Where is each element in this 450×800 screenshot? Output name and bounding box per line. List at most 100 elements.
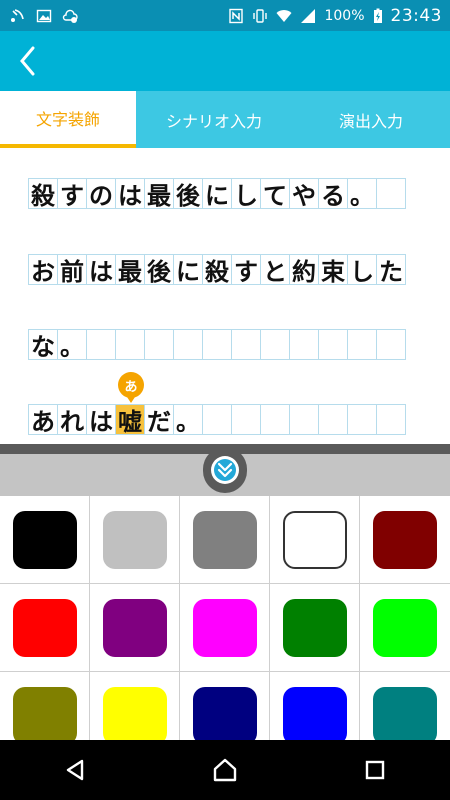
text-cell[interactable]: 最 bbox=[115, 254, 145, 286]
tab-direction-input[interactable]: 演出入力 bbox=[292, 91, 450, 148]
text-cell[interactable]: な bbox=[28, 329, 58, 361]
text-cell[interactable]: は bbox=[86, 254, 116, 286]
text-cell[interactable] bbox=[347, 329, 377, 360]
tab-scenario-input[interactable]: シナリオ入力 bbox=[136, 91, 292, 148]
color-swatch[interactable] bbox=[12, 686, 77, 740]
text-cell[interactable]: 嘘 bbox=[115, 404, 145, 436]
color-swatch-cell[interactable] bbox=[270, 496, 360, 584]
text-cell[interactable]: あ bbox=[28, 404, 58, 436]
text-editor[interactable]: 殺すのは最後にしてやる。 お前は最後に殺すと約束した な。 あれは嘘だ。 あ bbox=[0, 150, 450, 444]
color-swatch-cell[interactable] bbox=[180, 672, 270, 740]
nav-back-button[interactable] bbox=[45, 740, 105, 800]
text-cell[interactable]: る bbox=[318, 178, 348, 210]
text-cell[interactable] bbox=[289, 404, 319, 435]
color-swatch-cell[interactable] bbox=[0, 672, 90, 740]
color-swatch[interactable] bbox=[192, 598, 257, 657]
text-cell[interactable] bbox=[318, 404, 348, 435]
text-cell[interactable] bbox=[202, 404, 232, 435]
text-cell[interactable]: 後 bbox=[144, 254, 174, 286]
text-cell[interactable]: の bbox=[86, 178, 116, 210]
text-cell[interactable] bbox=[231, 404, 261, 435]
color-swatch-cell[interactable] bbox=[180, 584, 270, 672]
wifi-icon bbox=[276, 9, 292, 22]
text-cell[interactable]: だ bbox=[144, 404, 174, 436]
tab-text-decoration[interactable]: 文字装飾 bbox=[0, 91, 136, 148]
text-cell[interactable] bbox=[376, 404, 406, 435]
color-swatch[interactable] bbox=[373, 686, 437, 740]
color-swatch[interactable] bbox=[192, 686, 257, 740]
color-swatch-cell[interactable] bbox=[0, 496, 90, 584]
color-swatch-cell[interactable] bbox=[270, 584, 360, 672]
text-cell[interactable] bbox=[376, 178, 406, 209]
text-cell[interactable]: れ bbox=[57, 404, 87, 436]
text-cell[interactable] bbox=[202, 329, 232, 360]
nav-home-button[interactable] bbox=[195, 740, 255, 800]
text-cell[interactable] bbox=[318, 329, 348, 360]
color-swatch[interactable] bbox=[102, 598, 167, 657]
text-cell[interactable]: し bbox=[347, 254, 377, 286]
signal-icon bbox=[301, 8, 316, 23]
text-cell[interactable] bbox=[86, 329, 116, 360]
text-cell[interactable]: は bbox=[86, 404, 116, 436]
color-swatch[interactable] bbox=[373, 598, 437, 657]
ruby-marker[interactable]: あ bbox=[118, 372, 144, 403]
nav-recents-button[interactable] bbox=[345, 740, 405, 800]
text-cell[interactable]: 。 bbox=[347, 178, 377, 210]
text-cell[interactable] bbox=[260, 329, 290, 360]
color-swatch-cell[interactable] bbox=[90, 496, 180, 584]
text-cell[interactable]: 殺 bbox=[28, 178, 58, 210]
color-swatch[interactable] bbox=[282, 686, 347, 740]
color-swatch[interactable] bbox=[102, 686, 167, 740]
text-cell[interactable] bbox=[173, 329, 203, 360]
text-cell[interactable]: や bbox=[289, 178, 319, 210]
text-cell[interactable]: 後 bbox=[173, 178, 203, 210]
color-swatch[interactable] bbox=[282, 510, 347, 569]
text-cell[interactable]: す bbox=[231, 254, 261, 286]
text-line-1[interactable]: 殺すのは最後にしてやる。 bbox=[28, 178, 406, 210]
color-swatch-cell[interactable] bbox=[90, 584, 180, 672]
text-cell[interactable] bbox=[144, 329, 174, 360]
text-cell[interactable] bbox=[231, 329, 261, 360]
text-cell[interactable]: は bbox=[115, 178, 145, 210]
color-swatch[interactable] bbox=[192, 510, 257, 569]
text-line-3[interactable]: な。 bbox=[28, 329, 406, 361]
text-cell[interactable]: 最 bbox=[144, 178, 174, 210]
text-cell[interactable]: 。 bbox=[57, 329, 87, 361]
collapse-palette-button[interactable] bbox=[199, 449, 251, 493]
text-cell[interactable]: す bbox=[57, 178, 87, 210]
text-cell[interactable]: て bbox=[260, 178, 290, 210]
color-swatch-cell[interactable] bbox=[270, 672, 360, 740]
text-cell[interactable]: 殺 bbox=[202, 254, 232, 286]
text-line-4[interactable]: あれは嘘だ。 bbox=[28, 404, 406, 436]
text-cell[interactable]: に bbox=[202, 178, 232, 210]
color-swatch[interactable] bbox=[282, 598, 347, 657]
text-cell[interactable]: に bbox=[173, 254, 203, 286]
text-cell[interactable]: と bbox=[260, 254, 290, 286]
text-cell[interactable] bbox=[376, 329, 406, 360]
color-swatch[interactable] bbox=[373, 510, 437, 569]
color-swatch-cell[interactable] bbox=[180, 496, 270, 584]
back-triangle-icon bbox=[66, 759, 84, 781]
back-button[interactable] bbox=[0, 31, 56, 91]
clock: 23:43 bbox=[390, 5, 442, 26]
text-cell[interactable] bbox=[289, 329, 319, 360]
color-swatch-cell[interactable] bbox=[360, 672, 450, 740]
text-cell[interactable]: 約 bbox=[289, 254, 319, 286]
color-swatch-cell[interactable] bbox=[360, 496, 450, 584]
text-cell[interactable] bbox=[260, 404, 290, 435]
text-cell[interactable]: た bbox=[376, 254, 406, 286]
color-swatch[interactable] bbox=[12, 510, 77, 569]
text-cell[interactable] bbox=[347, 404, 377, 435]
text-line-2[interactable]: お前は最後に殺すと約束した bbox=[28, 254, 406, 286]
color-swatch[interactable] bbox=[12, 598, 77, 657]
color-swatch-cell[interactable] bbox=[360, 584, 450, 672]
text-cell[interactable]: 束 bbox=[318, 254, 348, 286]
text-cell[interactable]: 前 bbox=[57, 254, 87, 286]
text-cell[interactable]: し bbox=[231, 178, 261, 210]
text-cell[interactable]: お bbox=[28, 254, 58, 286]
color-swatch[interactable] bbox=[102, 510, 167, 569]
color-swatch-cell[interactable] bbox=[90, 672, 180, 740]
color-swatch-cell[interactable] bbox=[0, 584, 90, 672]
text-cell[interactable] bbox=[115, 329, 145, 360]
text-cell[interactable]: 。 bbox=[173, 404, 203, 436]
